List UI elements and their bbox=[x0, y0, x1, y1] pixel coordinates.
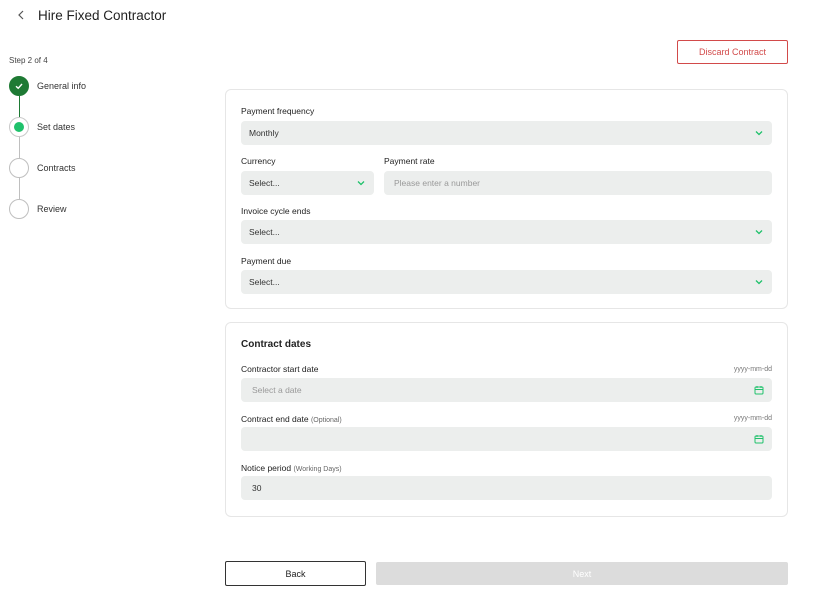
step-label: General info bbox=[37, 81, 87, 91]
step-pending-indicator bbox=[9, 158, 29, 178]
payment-frequency-label: Payment frequency bbox=[241, 106, 315, 116]
notice-period-label-text: Notice period bbox=[241, 463, 292, 473]
page-header: Hire Fixed Contractor bbox=[14, 6, 166, 24]
end-date-picker[interactable] bbox=[241, 427, 772, 451]
step-set-dates[interactable]: Set dates bbox=[9, 117, 75, 137]
end-date-label-text: Contract end date bbox=[241, 414, 309, 424]
calendar-icon[interactable] bbox=[754, 385, 764, 395]
step-done-indicator bbox=[9, 76, 29, 96]
currency-value: Select... bbox=[249, 178, 280, 188]
stepper: Step 2 of 4 General info Set dates Contr… bbox=[9, 56, 189, 219]
contract-dates-card: Contract dates Contractor start date yyy… bbox=[225, 322, 788, 517]
step-review[interactable]: Review bbox=[9, 199, 67, 219]
back-button[interactable]: Back bbox=[225, 561, 366, 586]
currency-label: Currency bbox=[241, 156, 276, 166]
invoice-cycle-value: Select... bbox=[249, 227, 280, 237]
step-label: Contracts bbox=[37, 163, 76, 173]
payment-rate-input[interactable]: Please enter a number bbox=[384, 171, 772, 195]
step-contracts[interactable]: Contracts bbox=[9, 158, 76, 178]
start-date-picker[interactable]: Select a date bbox=[241, 378, 772, 402]
step-count: Step 2 of 4 bbox=[9, 56, 48, 65]
step-connector bbox=[18, 96, 20, 117]
step-connector bbox=[18, 137, 20, 158]
step-general-info[interactable]: General info bbox=[9, 76, 86, 96]
end-date-optional-tag: (Optional) bbox=[310, 417, 342, 424]
calendar-icon[interactable] bbox=[754, 434, 764, 444]
step-pending-indicator bbox=[9, 199, 29, 219]
page-title: Hire Fixed Contractor bbox=[38, 7, 167, 23]
notice-period-value: 30 bbox=[252, 483, 262, 493]
invoice-cycle-select[interactable]: Select... bbox=[241, 220, 772, 244]
payment-due-value: Select... bbox=[249, 277, 280, 287]
currency-select[interactable]: Select... bbox=[241, 171, 374, 195]
payment-frequency-value: Monthly bbox=[249, 128, 279, 138]
chevron-down-icon bbox=[755, 280, 763, 285]
chevron-down-icon bbox=[755, 230, 763, 235]
notice-period-input[interactable]: 30 bbox=[241, 476, 772, 500]
payment-frequency-select[interactable]: Monthly bbox=[241, 121, 772, 145]
chevron-down-icon bbox=[357, 181, 365, 186]
payment-due-select[interactable]: Select... bbox=[241, 270, 772, 294]
discard-contract-button[interactable]: Discard Contract bbox=[677, 40, 788, 64]
step-label: Review bbox=[37, 204, 67, 214]
contract-dates-title: Contract dates bbox=[241, 339, 312, 350]
start-date-placeholder: Select a date bbox=[252, 385, 302, 395]
start-date-label: Contractor start date bbox=[241, 364, 319, 374]
end-date-label: Contract end date (Optional) bbox=[241, 414, 342, 424]
current-dot-icon bbox=[14, 122, 24, 132]
payment-rate-label: Payment rate bbox=[384, 156, 435, 166]
payment-due-label: Payment due bbox=[241, 256, 292, 266]
invoice-cycle-label: Invoice cycle ends bbox=[241, 206, 311, 216]
back-chevron-icon[interactable] bbox=[14, 8, 28, 22]
step-label: Set dates bbox=[37, 122, 76, 132]
step-connector bbox=[18, 178, 20, 199]
next-button[interactable]: Next bbox=[376, 562, 788, 585]
chevron-down-icon bbox=[755, 131, 763, 136]
payment-rate-placeholder: Please enter a number bbox=[394, 178, 480, 188]
checkmark-icon bbox=[15, 83, 23, 90]
start-date-format-hint: yyyy-mm-dd bbox=[733, 366, 772, 373]
step-current-indicator bbox=[9, 117, 29, 137]
notice-period-label: Notice period (Working Days) bbox=[241, 463, 342, 473]
payment-card: Payment frequency Monthly Currency Selec… bbox=[225, 89, 788, 309]
notice-period-unit-tag: (Working Days) bbox=[293, 466, 342, 473]
end-date-format-hint: yyyy-mm-dd bbox=[733, 415, 772, 422]
